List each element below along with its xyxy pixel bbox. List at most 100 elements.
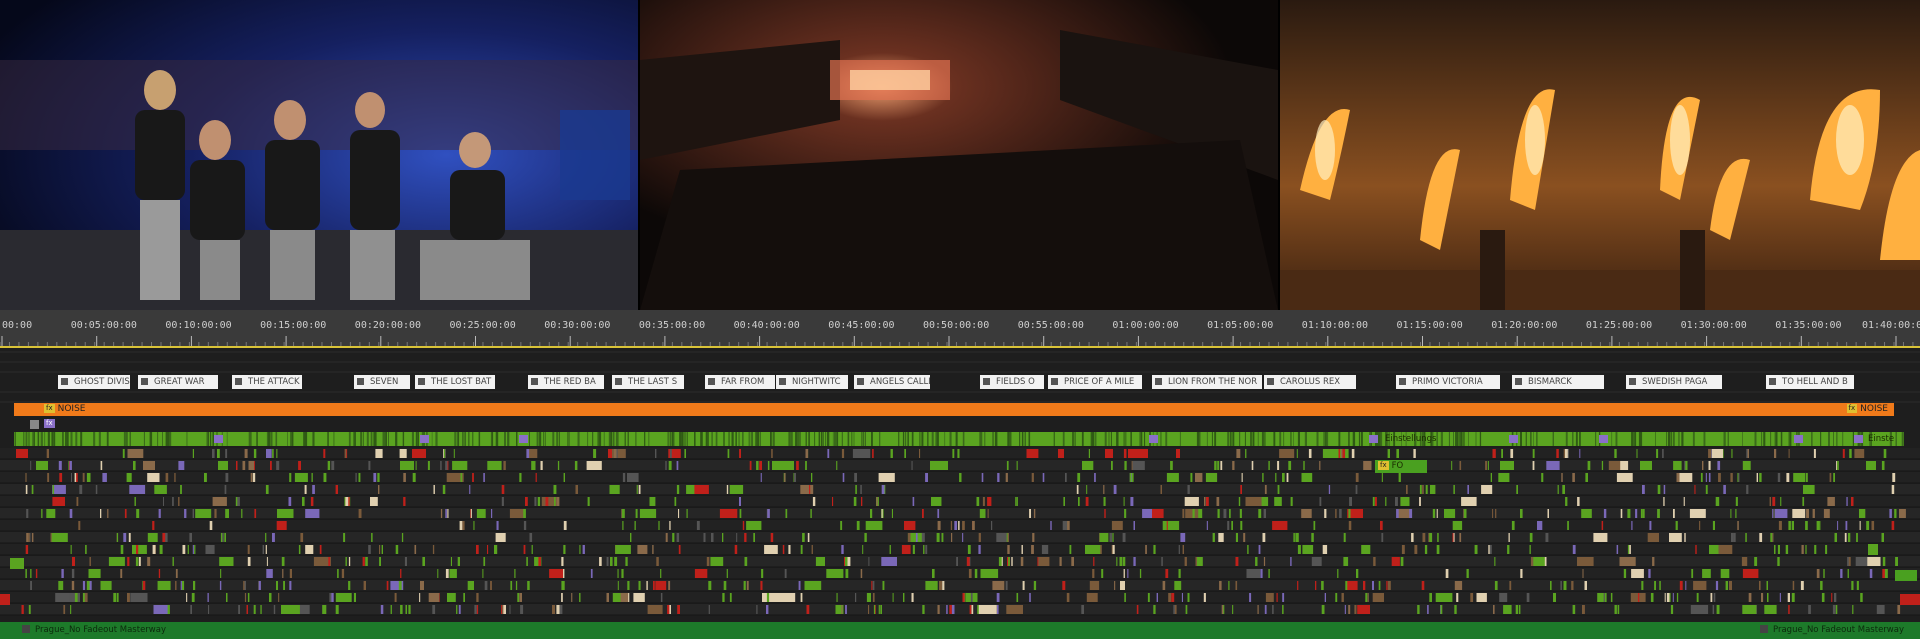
song-marker-label: NIGHTWITC <box>792 377 841 387</box>
ruler-timecode: 01:30:00:00 <box>1680 320 1747 331</box>
noise-clip-label: NOISE <box>57 404 86 414</box>
song-marker-label: SEVEN <box>370 377 399 387</box>
song-marker[interactable]: PRICE OF A MILE <box>1048 375 1142 389</box>
song-marker[interactable]: BISMARCK <box>1512 375 1604 389</box>
song-marker-label: SWEDISH PAGA <box>1642 377 1708 387</box>
ruler-timecode: 00:20:00:00 <box>354 320 422 331</box>
song-marker-label: PRIMO VICTORIA <box>1412 377 1483 387</box>
ruler-timecode: 01:05:00:00 <box>1207 320 1274 331</box>
ruler-timecode: 00:05:00:00 <box>70 320 137 331</box>
song-marker-label: LION FROM THE NOR <box>1168 377 1258 387</box>
clip-icon <box>61 378 68 385</box>
clip-icon <box>708 378 715 385</box>
adjustment-clips[interactable] <box>14 432 1904 446</box>
song-marker[interactable]: TO HELL AND B <box>1766 375 1854 389</box>
clip-icon <box>1769 378 1776 385</box>
clip-icon <box>779 378 786 385</box>
ruler-timecode: 00:55:00:00 <box>1017 320 1084 331</box>
song-marker-label: FAR FROM <box>721 377 765 387</box>
audio-clip-end-icon <box>1760 625 1768 633</box>
song-marker[interactable]: THE RED BA <box>528 375 604 389</box>
fo-clip[interactable]: fx FO <box>1375 460 1427 473</box>
ruler-timecode: 00:35:00:00 <box>638 320 706 331</box>
song-marker[interactable]: THE LOST BAT <box>415 375 495 389</box>
song-marker-label: THE LOST BAT <box>431 377 492 387</box>
clip-icon <box>1629 378 1636 385</box>
ruler-timecode: 01:25:00:00 <box>1585 320 1653 331</box>
arena-wide-image <box>640 0 1278 310</box>
ruler-ticks <box>0 336 1914 346</box>
ruler-timecode: 01:00:00:00 <box>1112 320 1179 331</box>
adjustment-track: Einstellungs Einste <box>0 432 1920 446</box>
song-marker-label: BISMARCK <box>1528 377 1572 387</box>
ruler-timecode: 01:40:00:00 <box>1862 320 1920 331</box>
song-marker[interactable]: SWEDISH PAGA <box>1626 375 1722 389</box>
song-marker-label: THE LAST S <box>628 377 678 387</box>
song-marker[interactable]: NIGHTWITC <box>776 375 848 389</box>
song-marker[interactable]: GREAT WAR <box>138 375 218 389</box>
clip-icon <box>531 378 538 385</box>
ruler-timecode: 00:50:00:00 <box>923 320 990 331</box>
clip-icon <box>983 378 990 385</box>
song-marker[interactable]: PRIMO VICTORIA <box>1396 375 1500 389</box>
adjustment-clip-end-label: Einste <box>1868 434 1895 444</box>
ruler-timecode: 00:25:00:00 <box>449 320 516 331</box>
song-marker-label: TO HELL AND B <box>1782 377 1848 387</box>
ruler-timecode: 01:20:00:00 <box>1491 320 1558 331</box>
noise-clip-end-label: NOISE <box>1860 404 1888 414</box>
adjustment-clip-label: Einstellungs <box>1385 434 1437 444</box>
song-marker[interactable]: ANGELS CALLING <box>854 375 930 389</box>
clip-icon <box>235 378 242 385</box>
ruler-timecode: 00:00 <box>2 320 33 331</box>
audio-clip-end-label: Prague_No Fadeout Masterway <box>1760 625 1904 635</box>
fx-badge: fx <box>1378 461 1389 470</box>
song-marker-label: THE ATTACK <box>248 377 300 387</box>
monitor-band-on-stage[interactable] <box>0 0 638 310</box>
audio-clip-end-label-text: Prague_No Fadeout Masterway <box>1773 625 1904 635</box>
fx-badge-end: fx <box>1846 404 1858 413</box>
song-marker[interactable]: LION FROM THE NOR <box>1152 375 1262 389</box>
noise-clip[interactable]: fx NOISE fx NOISE <box>14 403 1894 416</box>
fx-badge: fx <box>44 404 55 413</box>
clip-icon <box>1051 378 1058 385</box>
ruler-timecode: 00:15:00:00 <box>260 320 327 331</box>
song-marker-label: PRICE OF A MILE <box>1064 377 1135 387</box>
ruler-timecode: 00:10:00:00 <box>165 320 232 331</box>
ruler-timecode: 01:35:00:00 <box>1775 320 1842 331</box>
program-monitors <box>0 0 1920 310</box>
track-toggle-icon[interactable] <box>30 420 39 429</box>
clip-icon <box>1267 378 1274 385</box>
song-marker-track: GHOST DIVIS GREAT WAR THE ATTACK SEVEN THE L… <box>0 374 1920 390</box>
purple-effect-icon[interactable]: fx <box>44 419 55 428</box>
song-marker[interactable]: FAR FROM <box>705 375 775 389</box>
ruler-timecodes: 00:00 00:05:00:00 00:10:00:00 00:15:00:00 00… <box>0 320 1920 334</box>
song-marker-label: ANGELS CALLING <box>870 377 930 387</box>
clip-icon <box>1515 378 1522 385</box>
song-marker[interactable]: THE ATTACK <box>232 375 302 389</box>
noise-clip-end: fx NOISE <box>1844 403 1888 416</box>
audio-clip-label-text: Prague_No Fadeout Masterway <box>35 625 166 635</box>
ruler-timecode: 01:15:00:00 <box>1396 320 1463 331</box>
song-marker-label: FIELDS O <box>996 377 1035 387</box>
clip-icon <box>418 378 425 385</box>
ruler-timecode: 00:45:00:00 <box>828 320 895 331</box>
ruler-timecode: 01:10:00:00 <box>1301 320 1369 331</box>
timeline-tracks: GHOST DIVIS GREAT WAR THE ATTACK SEVEN THE L… <box>0 348 1920 639</box>
time-ruler[interactable]: 00:00 00:05:00:00 00:10:00:00 00:15:00:00 00… <box>0 310 1920 346</box>
monitor-stage-pyro[interactable] <box>1280 0 1920 310</box>
audio-clip-label: Prague_No Fadeout Masterway <box>22 625 166 635</box>
song-marker[interactable]: GHOST DIVIS <box>58 375 130 389</box>
song-marker[interactable]: THE LAST S <box>612 375 684 389</box>
song-marker[interactable]: SEVEN <box>354 375 410 389</box>
audio-master-track[interactable]: Prague_No Fadeout Masterway Prague_No Fa… <box>0 622 1920 639</box>
clip-icon <box>141 378 148 385</box>
stage-pyro-image <box>1280 0 1920 310</box>
song-marker-label: GHOST DIVIS <box>74 377 130 387</box>
monitor-arena-wide[interactable] <box>640 0 1278 310</box>
song-marker-label: GREAT WAR <box>154 377 205 387</box>
song-marker[interactable]: FIELDS O <box>980 375 1044 389</box>
clip-icon <box>615 378 622 385</box>
song-marker-label: CAROLUS REX <box>1280 377 1341 387</box>
song-marker[interactable]: CAROLUS REX <box>1264 375 1356 389</box>
fo-clip-label: FO <box>1391 461 1404 471</box>
